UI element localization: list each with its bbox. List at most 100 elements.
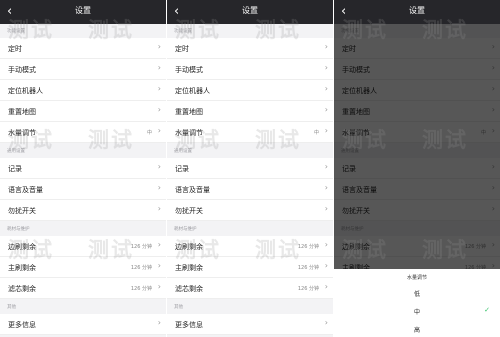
option-label: 低 [413, 291, 420, 298]
row-label: 滤芯剩余 [175, 285, 203, 293]
chevron-right-icon: › [157, 318, 161, 327]
row-value: 126 分钟 [130, 244, 152, 250]
row-label: 定时 [8, 45, 22, 53]
chevron-right-icon: › [324, 105, 328, 114]
row-label: 记录 [175, 165, 189, 173]
row-label: 定位机器人 [8, 87, 43, 95]
row-redraw-map[interactable]: 重置地图 › [167, 101, 333, 122]
row-language-volume[interactable]: 语言及音量 › [0, 179, 166, 200]
row-label: 主刷剩余 [175, 264, 203, 272]
checkmark-icon: ✓ [484, 306, 490, 314]
chevron-right-icon: › [157, 240, 161, 249]
row-value: 中 [146, 130, 152, 136]
row-value: 126 分钟 [297, 265, 319, 271]
section-header-consumables: 耗材与维护 [7, 227, 30, 232]
settings-screen-2: ‹ 设置 功能设置 定时 › 手动模式 › 定位机器人 › 重置地图 › 水量调节中 › … [167, 0, 333, 337]
chevron-right-icon: › [324, 282, 328, 291]
row-more-info[interactable]: 更多信息 › [167, 314, 333, 335]
row-label: 滤芯剩余 [8, 285, 36, 293]
option-low[interactable]: 低 [334, 285, 500, 301]
chevron-right-icon: › [324, 261, 328, 270]
row-label: 更多信息 [175, 321, 203, 329]
row-timer[interactable]: 定时 › [0, 38, 166, 59]
section-header-other: 其他 [7, 305, 16, 310]
row-redraw-map[interactable]: 重置地图 › [0, 101, 166, 122]
row-label: 定时 [175, 45, 189, 53]
row-dnd[interactable]: 勿扰开关 › [0, 200, 166, 221]
chevron-right-icon: › [157, 183, 161, 192]
row-label: 主刷剩余 [8, 264, 36, 272]
row-label: 记录 [8, 165, 22, 173]
option-high[interactable]: 高 [334, 321, 500, 337]
chevron-right-icon: › [324, 126, 328, 135]
chevron-right-icon: › [157, 261, 161, 270]
row-label: 手动模式 [8, 66, 36, 74]
row-locate-robot[interactable]: 定位机器人 › [0, 80, 166, 101]
row-records[interactable]: 记录 › [167, 158, 333, 179]
sheet-title: 水量调节 [406, 275, 427, 281]
row-side-brush[interactable]: 边刷剩余 126 分钟 › [167, 236, 333, 257]
row-timer[interactable]: 定时 › [167, 38, 333, 59]
option-label: 高 [413, 327, 420, 334]
chevron-right-icon: › [324, 84, 328, 93]
row-water-level[interactable]: 水量调节 中 › [0, 122, 166, 143]
row-main-brush[interactable]: 主刷剩余 126 分钟 › [167, 257, 333, 278]
chevron-right-icon: › [157, 126, 161, 135]
row-label: 语言及音量 [8, 186, 43, 194]
row-records[interactable]: 记录 › [0, 158, 166, 179]
settings-screen-3: ‹ 设置 功能设置 定时› 手动模式› 定位机器人› 重置地图› 水量调节中› … [334, 0, 500, 337]
row-value: 中 [313, 130, 319, 136]
row-label: 更多信息 [8, 321, 36, 329]
page-title: 设置 [242, 6, 258, 15]
settings-screen-1: ‹ 设置 功能设置 定时 › 手动模式 › 定位机器人 › 重置地图 › 水量调节中 › … [0, 0, 166, 337]
chevron-right-icon: › [157, 84, 161, 93]
row-value: 126 分钟 [130, 265, 152, 271]
row-label: 边刷剩余 [8, 243, 36, 251]
chevron-right-icon: › [324, 42, 328, 51]
row-value: 126 分钟 [297, 244, 319, 250]
top-bar: ‹ 设置 [167, 0, 333, 24]
page-title: 设置 [75, 6, 91, 15]
row-label: 定位机器人 [175, 87, 210, 95]
section-header-general: 通用设置 [174, 149, 192, 154]
row-filter[interactable]: 滤芯剩余 126 分钟 › [167, 278, 333, 299]
chevron-right-icon: › [157, 204, 161, 213]
chevron-right-icon: › [324, 204, 328, 213]
row-manual-mode[interactable]: 手动模式 › [167, 59, 333, 80]
row-manual-mode[interactable]: 手动模式 › [0, 59, 166, 80]
top-bar: ‹ 设置 [0, 0, 166, 24]
section-header-cleaning: 功能设置 [7, 29, 25, 34]
water-level-bottom-sheet: 水量调节 低 中 ✓ 高 [334, 269, 500, 337]
option-medium[interactable]: 中 ✓ [334, 303, 500, 319]
chevron-right-icon: › [157, 105, 161, 114]
page-title: 设置 [409, 6, 425, 15]
chevron-right-icon: › [324, 162, 328, 171]
row-label: 语言及音量 [175, 186, 210, 194]
chevron-right-icon: › [157, 63, 161, 72]
chevron-right-icon: › [324, 63, 328, 72]
section-header-consumables: 耗材与维护 [174, 227, 197, 232]
row-language-volume[interactable]: 语言及音量 › [167, 179, 333, 200]
row-main-brush[interactable]: 主刷剩余 126 分钟 › [0, 257, 166, 278]
row-filter[interactable]: 滤芯剩余 126 分钟 › [0, 278, 166, 299]
row-label: 勿扰开关 [175, 207, 203, 215]
row-label: 勿扰开关 [8, 207, 36, 215]
row-label: 水量调节 [8, 129, 36, 137]
row-side-brush[interactable]: 边刷剩余 126 分钟 › [0, 236, 166, 257]
chevron-right-icon: › [324, 318, 328, 327]
chevron-right-icon: › [157, 162, 161, 171]
row-value: 126 分钟 [130, 286, 152, 292]
chevron-right-icon: › [157, 282, 161, 291]
row-water-level[interactable]: 水量调节 中 › [167, 122, 333, 143]
row-label: 边刷剩余 [175, 243, 203, 251]
row-locate-robot[interactable]: 定位机器人 › [167, 80, 333, 101]
option-label: 中 [413, 309, 420, 316]
row-dnd[interactable]: 勿扰开关 › [167, 200, 333, 221]
section-header-general: 通用设置 [7, 149, 25, 154]
row-label: 手动模式 [175, 66, 203, 74]
row-label: 重置地图 [175, 108, 203, 116]
row-label: 重置地图 [8, 108, 36, 116]
row-more-info[interactable]: 更多信息 › [0, 314, 166, 335]
section-header-cleaning: 功能设置 [174, 29, 192, 34]
chevron-right-icon: › [324, 240, 328, 249]
